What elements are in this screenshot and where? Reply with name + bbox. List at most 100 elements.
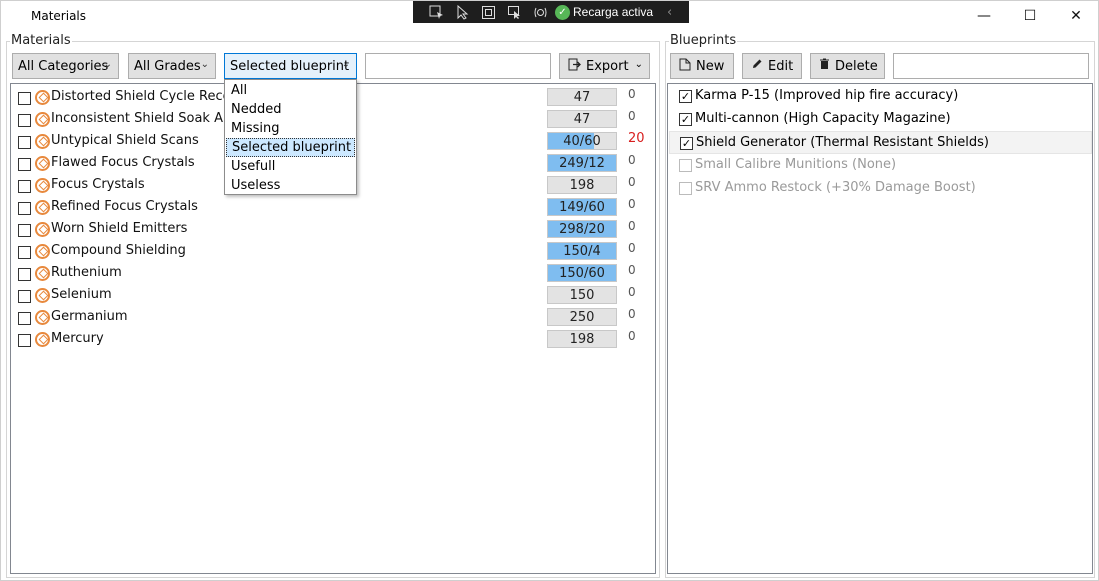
maximize-button[interactable]: ☐ [1007,1,1053,31]
quantity-text: 298/20 [559,222,605,237]
material-checkbox[interactable] [18,158,31,171]
material-checkbox[interactable] [18,312,31,325]
blueprint-checkbox[interactable] [679,182,692,195]
window-title: Materials [31,9,87,23]
collapse-chevron-icon[interactable]: ‹ [667,5,672,20]
blueprint-name: Multi-cannon (High Capacity Magazine) [695,111,951,126]
blueprint-filter-value: Selected blueprint [230,58,350,74]
chevron-down-icon: ⌄ [200,59,209,70]
blueprint-filter-combo[interactable]: Selected blueprint ⌄ [224,53,357,79]
material-grade-icon [35,90,50,105]
select-element-icon[interactable] [423,1,449,23]
material-needed-count: 0 [628,175,636,189]
dropdown-option[interactable]: Nedded [226,100,355,119]
delete-blueprint-button[interactable]: Delete [810,53,885,79]
material-row[interactable]: Mercury 198 0 [11,328,655,350]
quantity-text: 198 [569,178,595,193]
quantity-text: 249/12 [559,156,605,171]
blueprint-row[interactable]: ✓ Shield Generator (Thermal Resistant Shi… [669,131,1092,154]
material-needed-count: 0 [628,219,636,233]
blueprints-list[interactable]: ✓ Karma P-15 (Improved hip fire accuracy)… [667,83,1093,574]
material-quantity: 150/4 [547,242,617,260]
materials-group-label: Materials [10,33,72,48]
edit-blueprint-button[interactable]: Edit [742,53,802,79]
quantity-text: 150/4 [563,244,601,259]
blueprints-search-input[interactable] [893,53,1089,79]
export-button[interactable]: Export ⌄ [559,53,650,79]
material-checkbox[interactable] [18,92,31,105]
material-checkbox[interactable] [18,136,31,149]
material-row[interactable]: Selenium 150 0 [11,284,655,306]
cursor-select-icon[interactable] [501,1,527,23]
material-grade-icon [35,332,50,347]
material-row[interactable]: Compound Shielding 150/4 0 [11,240,655,262]
quantity-text: 40/60 [563,134,601,149]
blueprint-checkbox[interactable]: ✓ [679,90,692,103]
material-name: Worn Shield Emitters [51,221,188,236]
quantity-text: 47 [573,90,591,105]
material-grade-icon [35,222,50,237]
blueprint-name: Small Calibre Munitions (None) [695,157,897,172]
pointer-icon[interactable] [449,1,475,23]
material-checkbox[interactable] [18,202,31,215]
track-focus-icon[interactable] [527,1,553,23]
blueprints-group-label: Blueprints [669,33,738,48]
chevron-down-icon: ⌄ [103,59,112,70]
material-checkbox[interactable] [18,246,31,259]
material-checkbox[interactable] [18,224,31,237]
material-checkbox[interactable] [18,290,31,303]
dropdown-option[interactable]: Useless [226,176,355,195]
material-checkbox[interactable] [18,180,31,193]
blueprint-row[interactable]: ✓ Multi-cannon (High Capacity Magazine) [669,108,1092,131]
dropdown-option[interactable]: Usefull [226,157,355,176]
material-name: Mercury [51,331,104,346]
material-row[interactable]: Worn Shield Emitters 298/20 0 [11,218,655,240]
dropdown-option[interactable]: All [226,81,355,100]
material-checkbox[interactable] [18,114,31,127]
material-row[interactable]: Germanium 250 0 [11,306,655,328]
blueprint-filter-dropdown[interactable]: All Nedded Missing Selected blueprint Useful… [224,79,357,195]
material-needed-count: 0 [628,153,636,167]
material-needed-count: 0 [628,109,636,123]
material-quantity: 150/60 [547,264,617,282]
blueprint-row[interactable]: SRV Ammo Restock (+30% Damage Boost) [669,177,1092,200]
blueprint-checkbox[interactable]: ✓ [679,113,692,126]
chevron-down-icon[interactable]: ⌄ [635,59,643,70]
blueprint-row[interactable]: Small Calibre Munitions (None) [669,154,1092,177]
material-name: Germanium [51,309,128,324]
material-row[interactable]: Ruthenium 150/60 0 [11,262,655,284]
close-button[interactable]: ✕ [1053,1,1099,31]
new-blueprint-button[interactable]: New [670,53,734,79]
blueprint-checkbox[interactable]: ✓ [680,137,693,150]
hot-reload-status: ✓ Recarga activa [555,4,653,20]
new-document-icon [679,58,691,75]
minimize-button[interactable]: — [961,1,1007,31]
material-needed-count: 0 [628,285,636,299]
dropdown-option[interactable]: Selected blueprint [226,138,355,157]
material-grade-icon [35,244,50,259]
category-filter-value: All Categories [18,58,109,74]
delete-label: Delete [835,58,878,74]
category-filter-combo[interactable]: All Categories ⌄ [12,53,119,79]
blueprint-name: Shield Generator (Thermal Resistant Shie… [696,135,989,150]
material-checkbox[interactable] [18,268,31,281]
materials-search-input[interactable] [365,53,551,79]
blueprint-checkbox[interactable] [679,159,692,172]
material-quantity: 250 [547,308,617,326]
chevron-down-icon: ⌄ [341,59,350,70]
grade-filter-combo[interactable]: All Grades ⌄ [128,53,216,79]
material-quantity: 249/12 [547,154,617,172]
export-label: Export [586,58,629,74]
blueprint-row[interactable]: ✓ Karma P-15 (Improved hip fire accuracy) [669,85,1092,108]
material-grade-icon [35,288,50,303]
material-checkbox[interactable] [18,334,31,347]
dropdown-option[interactable]: Missing [226,119,355,138]
material-name: Untypical Shield Scans [51,133,199,148]
material-quantity: 149/60 [547,198,617,216]
grade-filter-value: All Grades [134,58,201,74]
material-grade-icon [35,310,50,325]
material-row[interactable]: Refined Focus Crystals 149/60 0 [11,196,655,218]
material-quantity: 40/60 [547,132,617,150]
frame-icon[interactable] [475,1,501,23]
material-needed-count: 0 [628,87,636,101]
